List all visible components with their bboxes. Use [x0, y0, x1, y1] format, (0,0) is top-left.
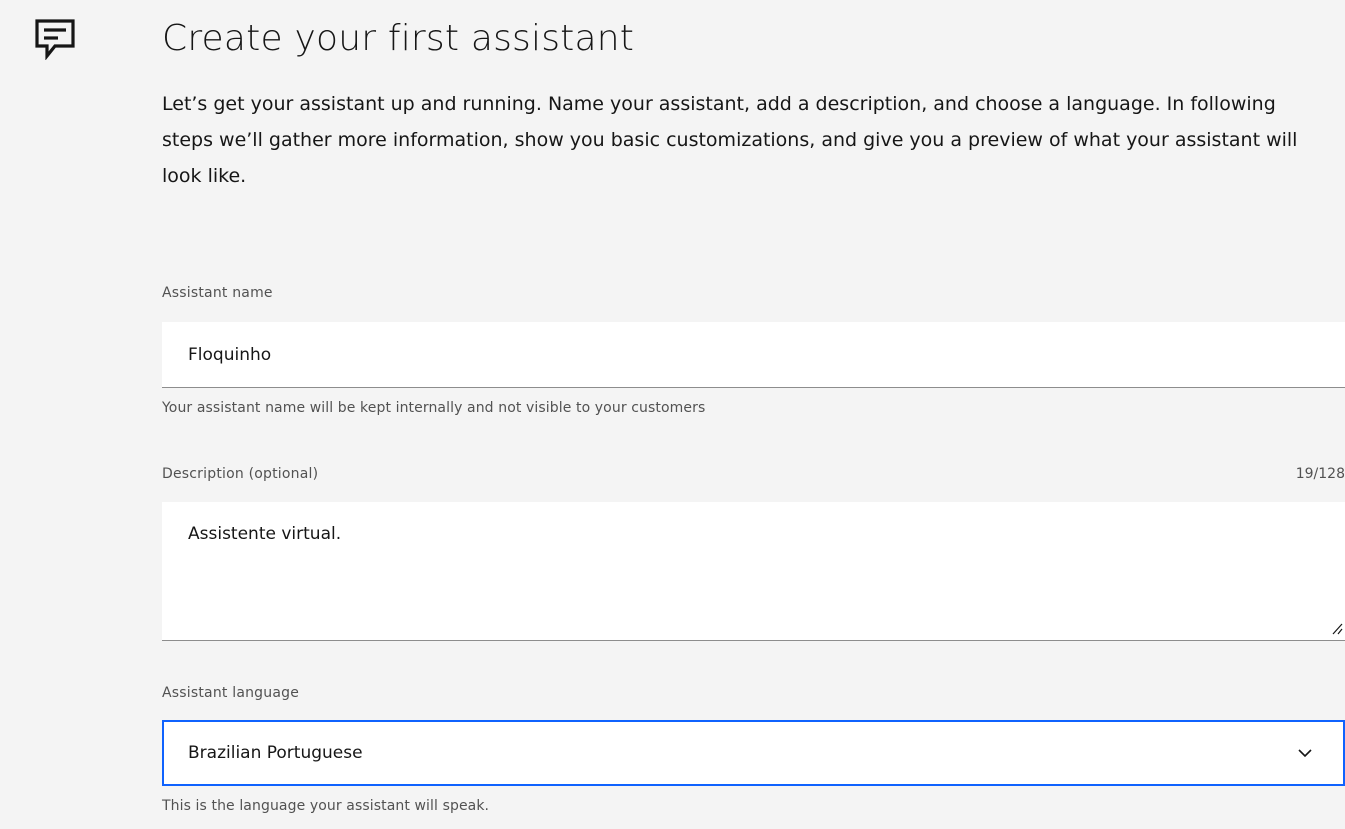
assistant-name-input[interactable]: [162, 322, 1345, 388]
resize-handle-icon[interactable]: [1331, 621, 1343, 635]
chat-icon: [35, 19, 75, 60]
assistant-name-helper: Your assistant name will be kept interna…: [162, 400, 706, 416]
assistant-name-label: Assistant name: [162, 285, 273, 301]
chevron-down-icon: [1298, 749, 1312, 758]
page-title: Create your first assistant: [162, 18, 635, 59]
create-assistant-page: Create your first assistant Let’s get yo…: [0, 0, 1345, 829]
description-label: Description (optional): [162, 466, 319, 482]
description-textarea[interactable]: Assistente virtual.: [162, 502, 1345, 641]
language-helper: This is the language your assistant will…: [162, 798, 490, 814]
language-selected-value: Brazilian Portuguese: [188, 743, 363, 763]
intro-text: Let’s get your assistant up and running.…: [162, 93, 1298, 187]
language-select[interactable]: Brazilian Portuguese: [162, 720, 1345, 786]
language-label: Assistant language: [162, 685, 300, 701]
character-counter: 19/128: [1295, 466, 1345, 482]
